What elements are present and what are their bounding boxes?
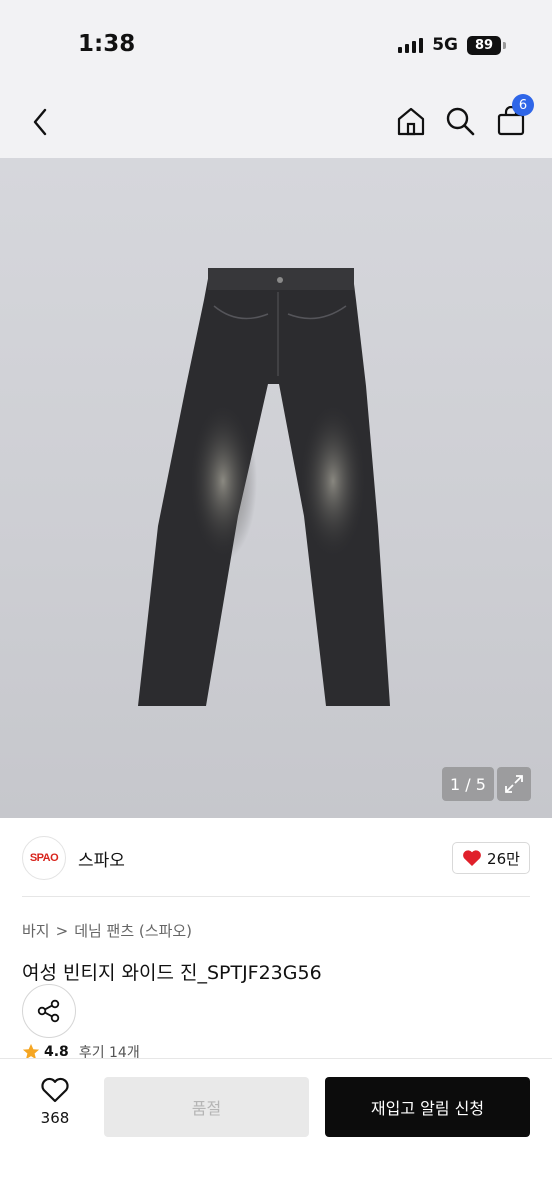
heart-outline-icon bbox=[41, 1077, 69, 1103]
brand-logo-text: SPAO bbox=[29, 852, 59, 864]
back-button[interactable] bbox=[24, 104, 56, 140]
battery-level: 89 bbox=[467, 35, 501, 55]
heart-filled-icon bbox=[463, 850, 481, 866]
breadcrumb-level1[interactable]: 바지 bbox=[22, 920, 50, 941]
brand-name[interactable]: 스파오 bbox=[78, 846, 125, 871]
brand-logo[interactable]: SPAO bbox=[22, 836, 66, 880]
cart-button[interactable]: 6 bbox=[494, 94, 534, 138]
breadcrumb-separator: > bbox=[55, 921, 69, 940]
wishlist-count: 368 bbox=[40, 1109, 70, 1127]
signal-icon bbox=[398, 37, 424, 53]
product-title: 여성 빈티지 와이드 진_SPTJF23G56 bbox=[22, 962, 322, 984]
like-count: 26만 bbox=[487, 849, 520, 868]
search-icon bbox=[446, 107, 475, 136]
divider bbox=[22, 896, 530, 897]
like-button[interactable]: 26만 bbox=[452, 842, 530, 874]
search-button[interactable] bbox=[443, 104, 477, 138]
status-indicators: 5G 89 bbox=[398, 35, 506, 55]
image-counter: 1 / 5 bbox=[442, 767, 494, 801]
brand-row: SPAO 스파오 26만 bbox=[0, 818, 552, 898]
bottom-action-bar: 368 품절 재입고 알림 신청 bbox=[0, 1058, 552, 1200]
breadcrumb: 바지 > 데님 팬츠 (스파오) bbox=[22, 920, 192, 941]
share-button[interactable] bbox=[22, 984, 76, 1038]
expand-image-button[interactable] bbox=[497, 767, 531, 801]
cart-count-badge: 6 bbox=[512, 94, 534, 116]
expand-icon bbox=[505, 775, 523, 793]
product-photo-jeans bbox=[138, 268, 390, 706]
network-label: 5G bbox=[432, 35, 458, 55]
status-bar: 1:38 5G 89 bbox=[0, 0, 552, 90]
breadcrumb-level2[interactable]: 데님 팬츠 (스파오) bbox=[74, 920, 192, 941]
status-time: 1:38 bbox=[78, 31, 136, 57]
nav-bar: 6 bbox=[0, 90, 552, 158]
share-icon bbox=[37, 999, 60, 1023]
home-button[interactable] bbox=[394, 104, 428, 138]
product-image-gallery[interactable]: 1 / 5 bbox=[0, 158, 552, 818]
chevron-left-icon bbox=[33, 108, 47, 136]
restock-alert-button[interactable]: 재입고 알림 신청 bbox=[325, 1077, 530, 1137]
wishlist-button[interactable]: 368 bbox=[24, 1077, 86, 1141]
home-icon bbox=[397, 107, 425, 136]
soldout-button: 품절 bbox=[104, 1077, 309, 1137]
battery-icon: 89 bbox=[467, 35, 506, 55]
